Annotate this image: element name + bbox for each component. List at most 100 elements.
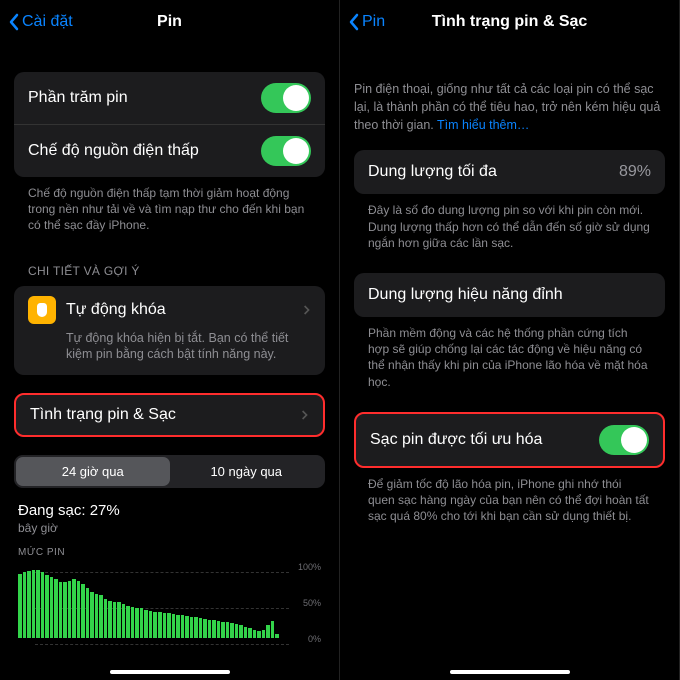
chart-bar [158,612,162,638]
auto-lock-tip[interactable]: Tự động khóa Tự động khóa hiện bị tắt. B… [14,286,325,376]
chart-bar [45,575,49,638]
chart-bar [90,592,94,639]
chart-bar [41,572,45,638]
battery-health-row[interactable]: Tình trạng pin & Sạc [14,393,325,437]
chart-bar [275,634,279,638]
tip-title: Tự động khóa [66,301,293,319]
optimized-footer: Để giảm tốc độ lão hóa pin, iPhone ghi n… [354,468,665,537]
peak-perf-footer: Phần mềm động và các hệ thống phần cứng … [354,317,665,402]
chart-bar [167,613,171,638]
chart-bar [27,571,31,639]
chart-bar [221,622,225,639]
back-label: Cài đặt [22,13,73,31]
optimized-charging-toggle[interactable] [599,425,649,455]
learn-more-link[interactable]: Tìm hiểu thêm… [437,118,529,132]
page-title: Pin [157,13,182,31]
chevron-left-icon [8,13,20,31]
chart-bar [108,601,112,638]
chart-bar [36,570,40,638]
chevron-left-icon [348,13,360,31]
max-capacity-row[interactable]: Dung lượng tối đa 89% [354,150,665,194]
chart-bar [217,621,221,638]
lightbulb-icon [28,296,56,324]
chart-bar [140,608,144,638]
chart-bar [54,579,58,638]
tip-subtitle: Tự động khóa hiện bị tắt. Bạn có thể tiế… [28,324,311,366]
chevron-right-icon [303,304,311,316]
row-value: 89% [619,163,651,181]
row-label: Phần trăm pin [28,89,261,107]
battery-percentage-toggle[interactable] [261,83,311,113]
chart-bar [149,611,153,638]
chart-bar [235,624,239,638]
home-indicator[interactable] [110,670,230,674]
navbar: Pin Tình trạng pin & Sạc [340,0,679,44]
chart-bar [32,570,36,638]
home-indicator[interactable] [450,670,570,674]
chart-bar [203,619,207,638]
seg-10d[interactable]: 10 ngày qua [170,457,324,486]
chart-bar [248,628,252,638]
chart-bar [68,581,72,639]
chart-header: MỨC PIN [14,543,325,560]
peak-performance-row[interactable]: Dung lượng hiệu năng đỉnh [354,273,665,317]
chart-bar [122,604,126,639]
content: Dung lượng tối đa 89% Đây là số đo dung … [340,150,679,556]
chart-bar [262,630,266,639]
max-capacity-group: Dung lượng tối đa 89% [354,150,665,194]
tick-0: 0% [308,634,321,644]
chart-bar [18,574,22,639]
chart-bar [253,630,257,639]
chart-bar [144,610,148,639]
battery-settings-screen: Cài đặt Pin Phần trăm pin Chế độ nguồn đ… [0,0,340,680]
seg-24h[interactable]: 24 giờ qua [16,457,170,486]
chart-bar [266,625,270,638]
optimized-charging-row[interactable]: Sạc pin được tối ưu hóa [354,412,665,468]
chart-bar [77,581,81,639]
chart-bar [63,582,67,638]
chart-bar [126,606,130,638]
low-power-toggle[interactable] [261,136,311,166]
chart-bar [226,622,230,638]
max-capacity-footer: Đây là số đo dung lượng pin so với khi p… [354,194,665,263]
chart-bar [271,621,275,638]
chart-bar [135,608,139,638]
chart-bar [181,615,185,638]
navbar: Cài đặt Pin [0,0,339,44]
battery-health-screen: Pin Tình trạng pin & Sạc Pin điện thoại,… [340,0,680,680]
chart-bar [81,584,85,638]
content: Phần trăm pin Chế độ nguồn điện thấp Chế… [0,44,339,678]
chart-bar [72,579,76,638]
chart-bar [104,599,108,639]
chart-bar [172,614,176,638]
battery-percentage-row[interactable]: Phần trăm pin [14,72,325,124]
low-power-mode-row[interactable]: Chế độ nguồn điện thấp [14,124,325,177]
peak-perf-group: Dung lượng hiệu năng đỉnh [354,273,665,317]
tick-50: 50% [303,598,321,608]
chart-bar [113,602,117,638]
chart-bar [95,594,99,639]
chart-bar [212,620,216,638]
time-range-segmented[interactable]: 24 giờ qua 10 ngày qua [14,455,325,488]
charging-title: Đang sạc: 27% [14,488,325,521]
chart-bar [50,577,54,638]
back-label: Pin [362,13,385,31]
low-power-footer: Chế độ nguồn điện thấp tạm thời giảm hoạ… [14,177,325,246]
chart-bar [194,617,198,638]
chart-bar [23,572,27,638]
chart-bar [239,625,243,638]
row-label: Sạc pin được tối ưu hóa [370,431,599,449]
suggestions-header: CHI TIẾT VÀ GỢI Ý [14,246,325,286]
chart-bar [117,602,121,638]
intro-text: Pin điện thoại, giống như tất cả các loạ… [340,44,679,150]
chart-bar [163,613,167,638]
back-button[interactable]: Pin [348,13,385,31]
row-label: Tình trạng pin & Sạc [30,406,301,424]
row-label: Dung lượng tối đa [368,163,619,181]
row-label: Chế độ nguồn điện thấp [28,142,261,160]
back-button[interactable]: Cài đặt [8,13,73,31]
chart-bar [131,607,135,638]
chart-bar [190,617,194,639]
chart-bar [199,618,203,638]
chart-bar [185,616,189,638]
